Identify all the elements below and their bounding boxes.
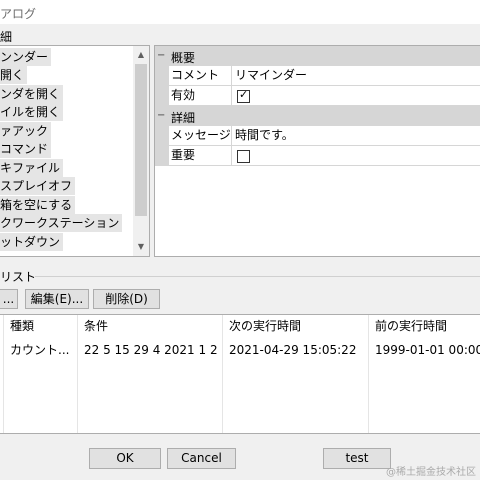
table-cell-condition[interactable]: 22 5 15 29 4 2021 1 2: [78, 339, 218, 361]
add-button[interactable]: ...: [0, 289, 18, 309]
detail-group-label: 細: [0, 30, 13, 44]
category-detail[interactable]: − 詳細: [155, 106, 480, 126]
list-item[interactable]: ァアック: [0, 122, 52, 140]
property-value-message[interactable]: 時間です。: [232, 126, 480, 146]
property-key: 有効: [169, 86, 232, 106]
list-item[interactable]: スプレイオフ: [0, 177, 76, 195]
property-row-comment[interactable]: コメント リマインダー: [155, 66, 480, 86]
group-divider: [35, 276, 480, 277]
property-key: コメント: [169, 66, 232, 86]
list-item[interactable]: ンンダー: [0, 48, 52, 66]
cancel-button[interactable]: Cancel: [167, 448, 236, 469]
enabled-checkbox[interactable]: ✓: [237, 88, 250, 103]
column-header-last-run[interactable]: 前の実行時間: [369, 315, 447, 337]
edit-button[interactable]: 編集(E)...: [25, 289, 89, 309]
scrollbar-thumb[interactable]: [135, 64, 147, 216]
list-item[interactable]: クワークステーション: [0, 214, 123, 232]
property-row-enabled[interactable]: 有効 ✓: [155, 86, 480, 106]
watermark: @稀土掘金技术社区: [386, 467, 476, 478]
collapse-icon[interactable]: −: [157, 110, 165, 122]
property-key: 重要: [169, 146, 232, 166]
property-key: メッセージ: [169, 126, 232, 146]
property-grid: − 概要 コメント リマインダー 有効 ✓ − 詳細 メッセージ 時間です。 重…: [154, 45, 480, 257]
title-bar: アログ: [0, 0, 480, 24]
column-header-condition[interactable]: 条件: [78, 315, 108, 337]
category-summary-title: 概要: [171, 51, 196, 65]
list-item[interactable]: ンダを開く: [0, 85, 64, 103]
check-icon: ✓: [239, 88, 249, 101]
list-item[interactable]: 箱を空にする: [0, 196, 76, 214]
list-item[interactable]: コマンド: [0, 140, 52, 158]
window-title: アログ: [0, 7, 37, 21]
scroll-down-arrow-icon[interactable]: ▼: [133, 239, 149, 255]
table-cell-last-run[interactable]: 1999-01-01 00:00:00: [369, 339, 480, 361]
property-value-comment[interactable]: リマインダー: [232, 66, 480, 86]
table-cell-next-run[interactable]: 2021-04-29 15:05:22: [223, 339, 356, 361]
important-checkbox[interactable]: [237, 150, 250, 163]
test-button[interactable]: test: [323, 448, 391, 469]
list-scrollbar[interactable]: ▲ ▼: [133, 46, 149, 256]
category-detail-title: 詳細: [171, 111, 196, 125]
property-row-message[interactable]: メッセージ 時間です。: [155, 126, 480, 146]
action-list[interactable]: ンンダー 開く ンダを開く イルを開く ァアック コマンド キファイル スプレイ…: [0, 45, 150, 257]
property-row-important[interactable]: 重要: [155, 146, 480, 166]
schedule-table[interactable]: 種類 条件 次の実行時間 前の実行時間 カウント... 22 5 15 29 4…: [0, 314, 480, 434]
list-item[interactable]: ットダウン: [0, 233, 64, 251]
collapse-icon[interactable]: −: [157, 50, 165, 62]
column-header-next-run[interactable]: 次の実行時間: [223, 315, 301, 337]
column-header-type[interactable]: 種類: [4, 315, 34, 337]
category-summary[interactable]: − 概要: [155, 46, 480, 66]
scroll-up-arrow-icon[interactable]: ▲: [133, 47, 149, 63]
delete-button[interactable]: 削除(D): [93, 289, 160, 309]
list-item[interactable]: 開く: [0, 66, 28, 84]
ok-button[interactable]: OK: [89, 448, 161, 469]
list-item[interactable]: イルを開く: [0, 103, 64, 121]
list-item[interactable]: キファイル: [0, 159, 64, 177]
schedule-group-label: リスト: [0, 270, 37, 284]
table-cell-type[interactable]: カウント...: [4, 339, 69, 361]
